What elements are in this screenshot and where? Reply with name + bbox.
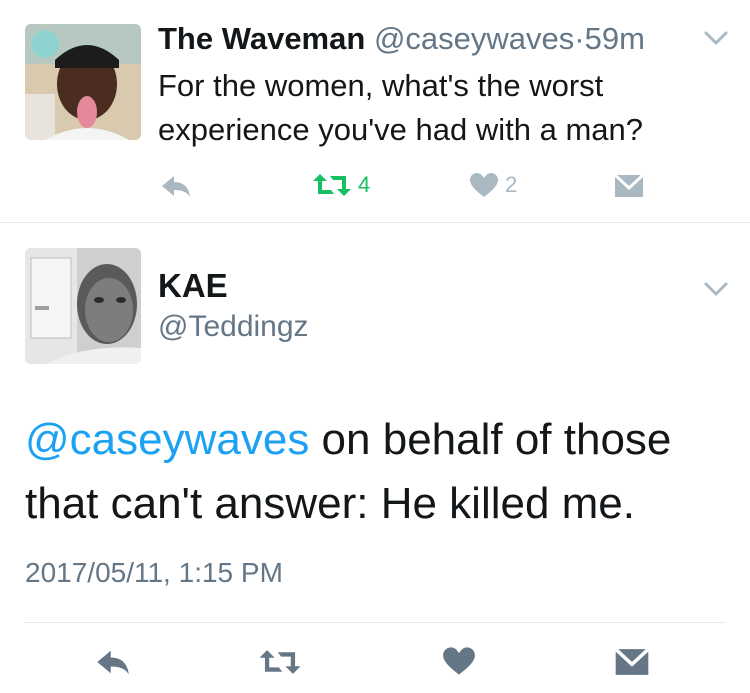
avatar[interactable] xyxy=(25,24,141,140)
chevron-down-icon[interactable] xyxy=(703,279,729,299)
retweet-count: 4 xyxy=(358,172,371,197)
like-count: 2 xyxy=(505,172,518,197)
reply-icon xyxy=(97,650,129,675)
tweet-reply-context[interactable]: The Waveman @caseywaves·59m For the wome… xyxy=(0,0,750,224)
chevron-down-icon[interactable] xyxy=(703,28,729,48)
tweet-detail: KAE @Teddingz @caseywaves on behalf of t… xyxy=(0,224,750,693)
display-name[interactable]: KAE xyxy=(158,266,228,306)
retweet-button[interactable]: 4 xyxy=(312,172,370,198)
retweet-icon xyxy=(259,650,301,674)
envelope-icon xyxy=(614,174,644,197)
direct-message-button[interactable] xyxy=(614,174,644,198)
tweet-actions xyxy=(0,644,750,684)
avatar[interactable] xyxy=(25,248,141,364)
tweet-header: The Waveman @caseywaves·59m xyxy=(158,20,645,58)
heart-icon xyxy=(470,173,498,197)
user-handle[interactable]: @Teddingz xyxy=(158,308,309,346)
display-name[interactable]: The Waveman xyxy=(158,21,365,56)
direct-message-button[interactable] xyxy=(614,648,650,676)
tweet-text: For the women, what's the worst experien… xyxy=(158,68,643,147)
envelope-icon xyxy=(614,648,650,675)
timestamp[interactable]: 59m xyxy=(585,21,645,56)
reply-icon xyxy=(162,176,190,197)
reply-button[interactable] xyxy=(95,648,131,676)
divider xyxy=(0,222,750,223)
tweet-date: 2017/05/11, 1:15 PM xyxy=(25,557,283,588)
divider xyxy=(25,622,725,623)
reply-button[interactable] xyxy=(160,174,192,198)
like-button[interactable]: 2 xyxy=(469,172,517,198)
separator-dot: · xyxy=(574,21,585,56)
user-handle[interactable]: @caseywaves xyxy=(374,21,574,56)
retweet-icon xyxy=(313,174,351,196)
mention-link[interactable]: @caseywaves xyxy=(25,415,309,464)
like-button[interactable] xyxy=(442,646,476,676)
heart-icon xyxy=(443,647,475,675)
tweet-text: @caseywaves on behalf of those that can'… xyxy=(25,408,725,536)
retweet-button[interactable] xyxy=(258,648,302,676)
avatar-image xyxy=(25,24,141,140)
tweet-actions: 4 2 xyxy=(0,168,750,204)
avatar-image xyxy=(25,248,141,364)
